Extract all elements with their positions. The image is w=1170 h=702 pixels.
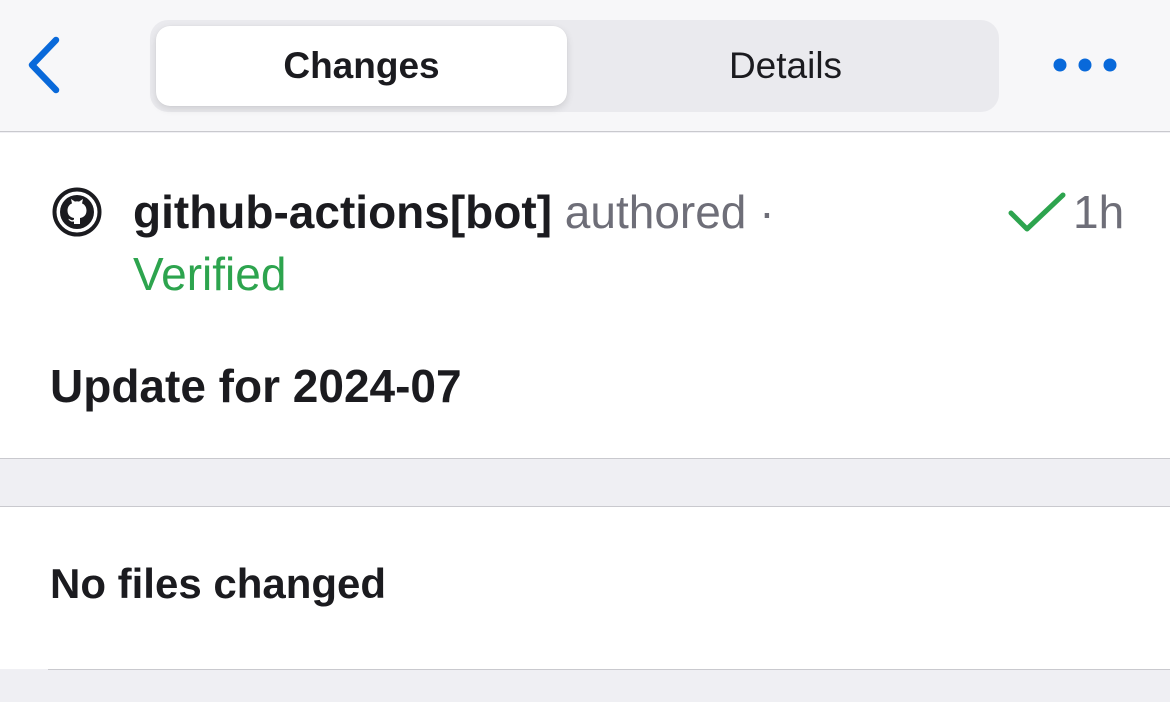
tab-details-label: Details [728,45,843,86]
tab-details[interactable]: Details [578,26,993,106]
verified-badge[interactable]: Verified [133,243,893,305]
checkmark-icon[interactable] [1007,191,1067,235]
files-section: No files changed [0,507,1170,669]
navigation-bar: Changes Details [0,0,1170,132]
commit-time: 1h [1073,186,1125,238]
commit-header: github-actions[bot] authored · Verified … [0,133,1170,458]
no-files-message: No files changed [50,560,387,607]
chevron-left-icon [28,36,60,94]
authored-label: authored [564,186,747,238]
separator-dot: · [759,186,775,238]
github-octocat-icon [52,187,102,237]
segmented-control: Changes Details [150,20,999,112]
bottom-background [0,670,1170,702]
section-gap [0,459,1170,506]
commit-author-line: github-actions[bot] authored · Verified [133,181,893,305]
commit-title: Update for 2024-07 [50,360,462,412]
author-name[interactable]: github-actions[bot] [133,186,552,238]
ellipsis-icon [1053,58,1117,72]
more-options-button[interactable] [1048,48,1124,84]
back-button[interactable] [20,32,70,98]
tab-changes-label: Changes [283,45,440,86]
avatar[interactable] [52,187,102,237]
tab-changes[interactable]: Changes [156,26,567,106]
